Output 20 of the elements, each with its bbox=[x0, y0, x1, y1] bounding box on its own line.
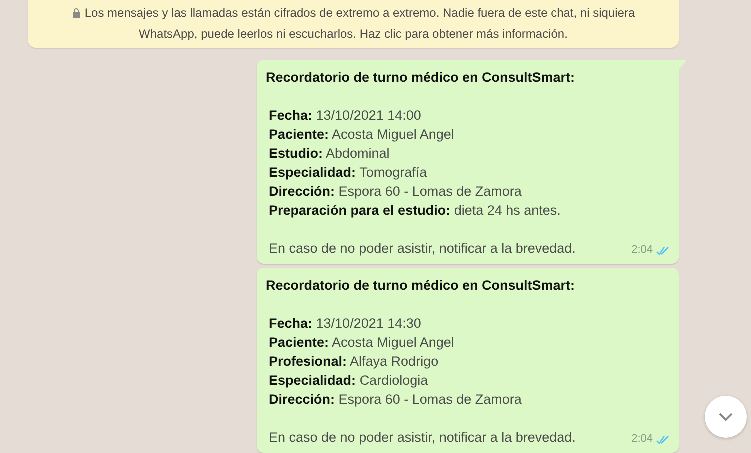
lock-icon bbox=[72, 8, 81, 18]
message-line: Paciente: Acosta Miguel Angel bbox=[269, 334, 456, 352]
message-time: 2:04 bbox=[632, 432, 653, 447]
message-line: Preparación para el estudio: dieta 24 hs antes. bbox=[269, 202, 562, 220]
chevron-down-icon bbox=[719, 413, 733, 421]
message-footer: En caso de no poder asistir, notificar a la brevedad. bbox=[269, 239, 576, 258]
message-line: Profesional: Alfaya Rodrigo bbox=[269, 353, 440, 371]
message-line: Especialidad: Cardiologia bbox=[269, 372, 430, 390]
scroll-down-button[interactable] bbox=[705, 396, 747, 438]
message-line: Dirección: Espora 60 - Lomas de Zamora bbox=[269, 183, 523, 201]
message-line: Dirección: Espora 60 - Lomas de Zamora bbox=[269, 391, 523, 409]
message-line: Fecha: 13/10/2021 14:00 bbox=[269, 107, 422, 125]
message-title: Recordatorio de turno médico en ConsultSmart: bbox=[266, 277, 576, 295]
message-time: 2:04 bbox=[632, 243, 653, 258]
message-title: Recordatorio de turno médico en ConsultSmart: bbox=[266, 69, 576, 87]
message-line: Paciente: Acosta Miguel Angel bbox=[269, 126, 456, 144]
message-line: Fecha: 13/10/2021 14:30 bbox=[269, 315, 422, 333]
message-line: Estudio: Abdominal bbox=[269, 145, 391, 163]
message-footer: En caso de no poder asistir, notificar a la brevedad. bbox=[269, 428, 576, 447]
message-line: Especialidad: Tomografía bbox=[269, 164, 428, 182]
